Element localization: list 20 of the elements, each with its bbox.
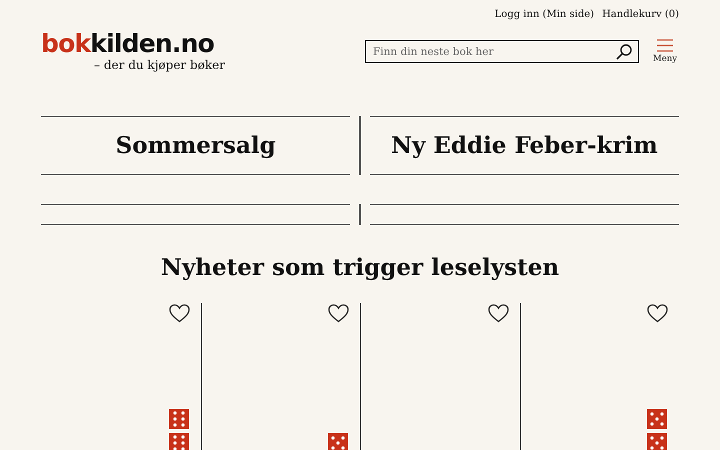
dice-icon xyxy=(168,409,188,429)
heart-icon[interactable] xyxy=(647,304,668,323)
header-link[interactable]: Handlekurv (0) xyxy=(602,9,679,20)
dice-icon xyxy=(647,433,667,450)
header-link[interactable]: Logg inn (Min side) xyxy=(494,9,594,20)
section-heading: Nyheter som trigger leselysten xyxy=(160,253,560,283)
heart-icon[interactable] xyxy=(168,304,190,323)
dice-icon xyxy=(328,433,348,450)
dice-icon xyxy=(647,409,667,429)
search-icon[interactable] xyxy=(616,44,632,60)
heart-icon[interactable] xyxy=(328,304,349,323)
menu-button[interactable]: Meny xyxy=(652,38,677,64)
heart-icon[interactable] xyxy=(488,304,508,323)
dice-icon xyxy=(168,433,188,450)
logo[interactable]: bokkilden.no xyxy=(41,30,214,58)
banner-link[interactable]: Ny Eddie Feber-krim xyxy=(370,116,680,175)
search-field[interactable]: Finn din neste bok her xyxy=(364,40,639,63)
tagline: – der du kjøper bøker xyxy=(94,58,225,72)
menu-icon xyxy=(656,38,673,52)
banner-link[interactable]: Sommersalg xyxy=(41,116,350,175)
